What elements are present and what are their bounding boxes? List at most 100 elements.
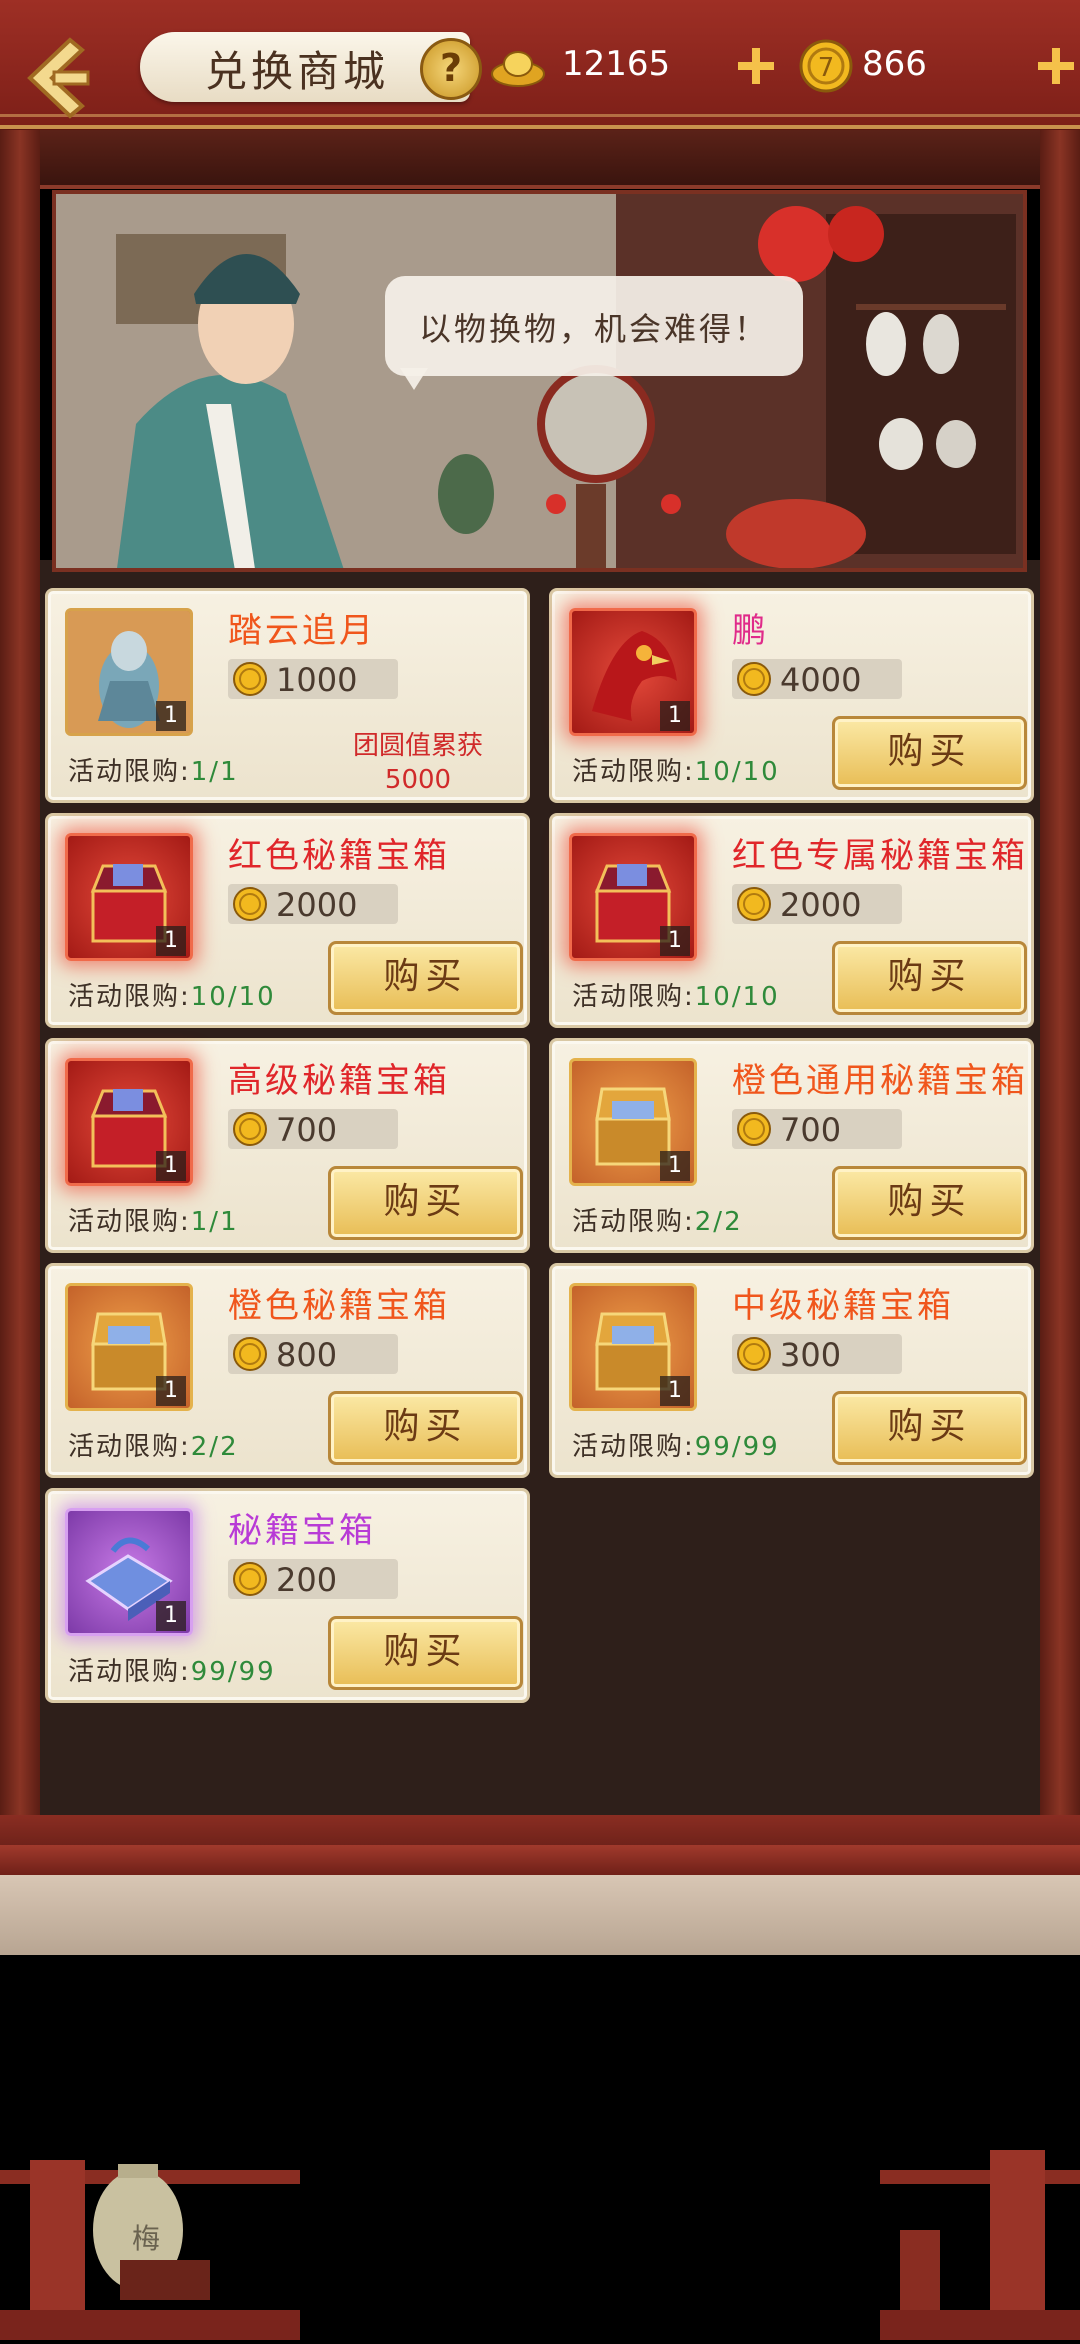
purchase-limit: 活动限购:10/10 xyxy=(68,982,276,1012)
item-price: 300 xyxy=(780,1336,842,1374)
unlock-requirement: 团圆值累获 5000 xyxy=(352,731,483,795)
shop-item-card: 1 踏云追月 1000 活动限购:1/1 团圆值累获 5000 xyxy=(45,588,530,803)
purchase-limit-value: 2/2 xyxy=(694,1207,743,1237)
jar-label: 梅 xyxy=(132,2222,160,2255)
item-name: 红色专属秘籍宝箱 xyxy=(732,836,1028,876)
stone-floor xyxy=(0,1875,1080,1955)
item-icon-chest[interactable]: 1 xyxy=(65,1058,193,1186)
help-button[interactable]: ? xyxy=(420,38,482,100)
shop-item-card: 1 橙色秘籍宝箱 800 活动限购:2/2 购买 xyxy=(45,1263,530,1478)
item-quantity: 1 xyxy=(156,701,186,731)
speech-bubble-tail xyxy=(400,368,428,390)
purchase-limit-value: 10/10 xyxy=(694,757,780,787)
add-gold-ingot-button[interactable] xyxy=(736,46,776,90)
item-price: 4000 xyxy=(780,661,862,699)
purchase-limit: 活动限购:2/2 xyxy=(68,1432,239,1462)
purchase-limit-value: 1/1 xyxy=(190,757,239,787)
item-price: 1000 xyxy=(276,661,358,699)
plus-icon xyxy=(1038,48,1074,84)
purchase-limit-value: 10/10 xyxy=(190,982,276,1012)
item-price: 2000 xyxy=(276,886,358,924)
purchase-limit: 活动限购:99/99 xyxy=(572,1432,780,1462)
item-quantity: 1 xyxy=(660,1376,690,1406)
item-price: 2000 xyxy=(780,886,862,924)
item-name: 中级秘籍宝箱 xyxy=(732,1286,954,1326)
item-icon-chest[interactable]: 1 xyxy=(569,833,697,961)
item-icon-mount[interactable]: 1 xyxy=(65,608,193,736)
shop-item-card: 1 秘籍宝箱 200 活动限购:99/99 购买 xyxy=(45,1488,530,1703)
merchant-banner xyxy=(52,190,1027,572)
item-price: 700 xyxy=(276,1111,338,1149)
buy-button[interactable]: 购买 xyxy=(328,1391,523,1465)
item-quantity: 1 xyxy=(660,701,690,731)
item-icon-chest[interactable]: 1 xyxy=(65,1283,193,1411)
buy-button[interactable]: 购买 xyxy=(328,941,523,1015)
purchase-limit: 活动限购:10/10 xyxy=(572,757,780,787)
item-price: 700 xyxy=(780,1111,842,1149)
purchase-limit-value: 2/2 xyxy=(190,1432,239,1462)
back-button[interactable] xyxy=(10,28,110,128)
buy-button[interactable]: 购买 xyxy=(328,1616,523,1690)
purchase-limit-value: 99/99 xyxy=(694,1432,780,1462)
wood-lintel xyxy=(0,130,1080,189)
purchase-limit-value: 1/1 xyxy=(190,1207,239,1237)
right-railing-decoration xyxy=(880,2150,1080,2340)
coin-icon xyxy=(233,1337,267,1371)
shop-item-card: 1 橙色通用秘籍宝箱 700 活动限购:2/2 购买 xyxy=(549,1038,1034,1253)
merchant-scene-illustration xyxy=(56,194,1023,568)
item-icon-chest[interactable]: 1 xyxy=(569,1058,697,1186)
coin-icon xyxy=(737,887,771,921)
coin-icon xyxy=(233,1562,267,1596)
item-name: 秘籍宝箱 xyxy=(228,1511,376,1551)
purchase-limit: 活动限购:2/2 xyxy=(572,1207,743,1237)
item-quantity: 1 xyxy=(156,926,186,956)
right-pillar xyxy=(1040,130,1080,1830)
coin-icon xyxy=(737,1112,771,1146)
add-coin-button[interactable] xyxy=(1036,46,1076,90)
buy-button[interactable]: 购买 xyxy=(832,941,1027,1015)
item-name: 鹏 xyxy=(732,611,769,651)
buy-button[interactable]: 购买 xyxy=(328,1166,523,1240)
purchase-limit-value: 99/99 xyxy=(190,1657,276,1687)
coin-icon xyxy=(233,1112,267,1146)
item-price: 800 xyxy=(276,1336,338,1374)
item-quantity: 1 xyxy=(156,1601,186,1631)
item-name: 踏云追月 xyxy=(228,611,376,651)
purchase-limit: 活动限购:99/99 xyxy=(68,1657,276,1687)
buy-button[interactable]: 购买 xyxy=(832,1166,1027,1240)
item-quantity: 1 xyxy=(660,926,690,956)
floor-trim xyxy=(0,1845,1080,1875)
coin-icon: 7 xyxy=(798,38,854,98)
shop-item-card: 1 鹏 4000 活动限购:10/10 购买 xyxy=(549,588,1034,803)
merchant-speech: 以物换物，机会难得！ xyxy=(418,310,769,348)
shop-item-card: 1 高级秘籍宝箱 700 活动限购:1/1 购买 xyxy=(45,1038,530,1253)
item-icon-chest[interactable]: 1 xyxy=(65,833,193,961)
item-icon-roc[interactable]: 1 xyxy=(569,608,697,736)
item-icon-chest[interactable]: 1 xyxy=(65,1508,193,1636)
item-quantity: 1 xyxy=(156,1151,186,1181)
shop-item-card: 1 红色专属秘籍宝箱 2000 活动限购:10/10 购买 xyxy=(549,813,1034,1028)
page-title: 兑换商城 xyxy=(205,47,390,96)
item-name: 橙色秘籍宝箱 xyxy=(228,1286,450,1326)
buy-button[interactable]: 购买 xyxy=(832,716,1027,790)
coin-icon xyxy=(233,887,267,921)
svg-text:7: 7 xyxy=(818,53,835,83)
item-price: 200 xyxy=(276,1561,338,1599)
plus-icon xyxy=(738,48,774,84)
shop-item-card: 1 中级秘籍宝箱 300 活动限购:99/99 购买 xyxy=(549,1263,1034,1478)
purchase-limit: 活动限购:1/1 xyxy=(68,757,239,787)
buy-button[interactable]: 购买 xyxy=(832,1391,1027,1465)
item-name: 红色秘籍宝箱 xyxy=(228,836,450,876)
item-icon-chest[interactable]: 1 xyxy=(569,1283,697,1411)
purchase-limit: 活动限购:10/10 xyxy=(572,982,780,1012)
left-pillar xyxy=(0,130,40,1830)
coin-icon xyxy=(737,662,771,696)
item-name: 高级秘籍宝箱 xyxy=(228,1061,450,1101)
coin-icon xyxy=(233,662,267,696)
item-quantity: 1 xyxy=(156,1376,186,1406)
gold-ingot-count: 12165 xyxy=(562,44,671,84)
left-railing-decoration: 梅 xyxy=(0,2150,300,2340)
gold-ingot-icon xyxy=(490,38,546,98)
back-arrow-icon xyxy=(27,37,90,119)
item-quantity: 1 xyxy=(660,1151,690,1181)
